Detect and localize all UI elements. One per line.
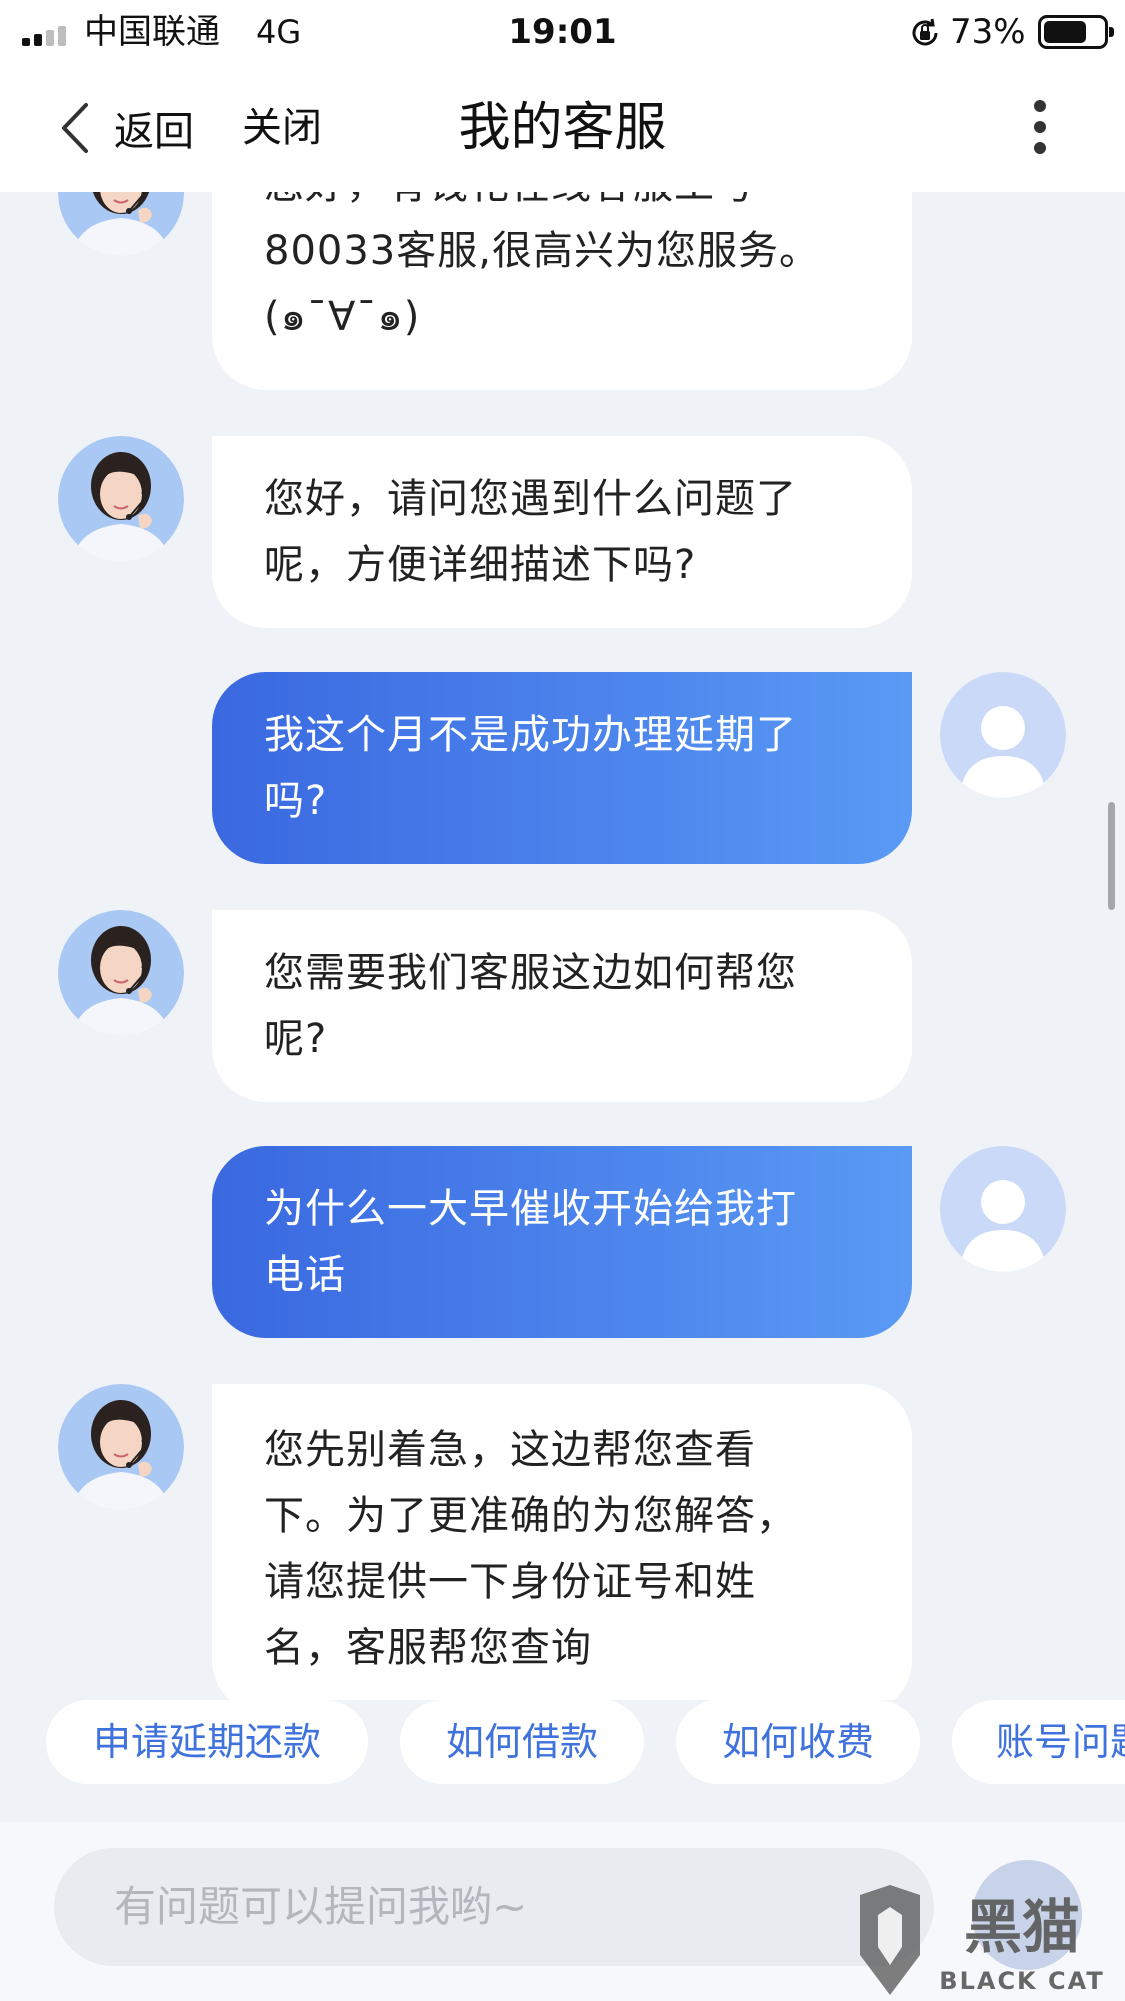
scroll-indicator[interactable]: [1108, 802, 1115, 910]
quick-reply-bar[interactable]: 申请延期还款 如何借款 如何收费 账号问题: [0, 1700, 1125, 1822]
agent-message: 您需要我们客服这边如何帮您 呢?: [212, 910, 912, 1102]
chat-list[interactable]: 您好，有钱花在线客服工号 80033客服,很高兴为您服务。 (๑¯∀¯๑) 您好，请…: [0, 192, 1125, 1700]
quick-reply-chip[interactable]: 如何收费: [676, 1700, 920, 1784]
agent-avatar: [58, 910, 184, 1036]
message-line: 您需要我们客服这边如何帮您: [264, 950, 797, 996]
user-message: 我这个月不是成功办理延期了 吗?: [212, 672, 912, 864]
message-line: 为什么一大早催收开始给我打: [264, 1186, 797, 1232]
agent-avatar: [58, 1384, 184, 1510]
quick-reply-chip[interactable]: 如何借款: [400, 1700, 644, 1784]
message-input[interactable]: 有问题可以提问我哟~: [54, 1848, 934, 1966]
battery-icon: [1038, 15, 1114, 49]
message-text: 您好，请问您遇到什么问题了 呢，方便详细描述下吗?: [264, 466, 797, 598]
message-line: 80033客服,很高兴为您服务。: [264, 228, 820, 274]
quick-reply-chip[interactable]: 账号问题: [952, 1700, 1125, 1784]
battery-fill: [1044, 21, 1087, 43]
quick-reply-chip[interactable]: 申请延期还款: [46, 1700, 368, 1784]
message-line: 电话: [264, 1252, 346, 1298]
nav-bar: 返回 关闭 我的客服: [0, 64, 1125, 192]
message-line: 我这个月不是成功办理延期了: [264, 712, 797, 758]
user-message: 为什么一大早催收开始给我打 电话: [212, 1146, 912, 1338]
message-line: 吗?: [264, 778, 328, 824]
status-bar: 中国联通 4G 19:01 73%: [0, 0, 1125, 64]
message-text: 您好，有钱花在线客服工号 80033客服,很高兴为您服务。 (๑¯∀¯๑): [264, 192, 820, 350]
svg-text:黑猫: 黑猫: [964, 1893, 1080, 1961]
rotation-lock-icon: [912, 18, 938, 46]
more-vertical-icon[interactable]: [1022, 100, 1058, 156]
message-line: 名，客服帮您查询: [264, 1625, 592, 1671]
message-text: 您先别着急，这边帮您查看 下。为了更准确的为您解答， 请您提供一下身份证号和姓 名，客…: [264, 1417, 797, 1681]
message-line: 下。为了更准确的为您解答，: [264, 1493, 797, 1539]
agent-message: 您好，请问您遇到什么问题了 呢，方便详细描述下吗?: [212, 436, 912, 628]
user-avatar: [940, 1146, 1066, 1272]
message-text: 我这个月不是成功办理延期了 吗?: [264, 702, 797, 834]
message-text: 您需要我们客服这边如何帮您 呢?: [264, 940, 797, 1072]
message-line: 呢，方便详细描述下吗?: [264, 542, 697, 588]
battery-percent: 73%: [950, 12, 1026, 52]
agent-message: 您好，有钱花在线客服工号 80033客服,很高兴为您服务。 (๑¯∀¯๑): [212, 192, 912, 390]
agent-avatar: [58, 192, 184, 256]
message-line: (๑¯∀¯๑): [264, 294, 421, 340]
message-line: 您好，有钱花在线客服工号: [264, 192, 820, 218]
message-line: 您先别着急，这边帮您查看: [264, 1427, 756, 1473]
message-line: 呢?: [264, 1016, 328, 1062]
agent-avatar: [58, 436, 184, 562]
watermark-logo: 黑猫 BLACK CAT: [860, 1885, 1104, 1995]
page-title: 我的客服: [458, 98, 667, 158]
agent-message: 您先别着急，这边帮您查看 下。为了更准确的为您解答， 请您提供一下身份证号和姓 名，客…: [212, 1384, 912, 1700]
svg-text:BLACK CAT: BLACK CAT: [939, 1967, 1104, 1995]
user-avatar: [940, 672, 1066, 798]
message-text: 为什么一大早催收开始给我打 电话: [264, 1176, 797, 1308]
message-line: 您好，请问您遇到什么问题了: [264, 476, 797, 522]
message-line: 请您提供一下身份证号和姓: [264, 1559, 756, 1605]
